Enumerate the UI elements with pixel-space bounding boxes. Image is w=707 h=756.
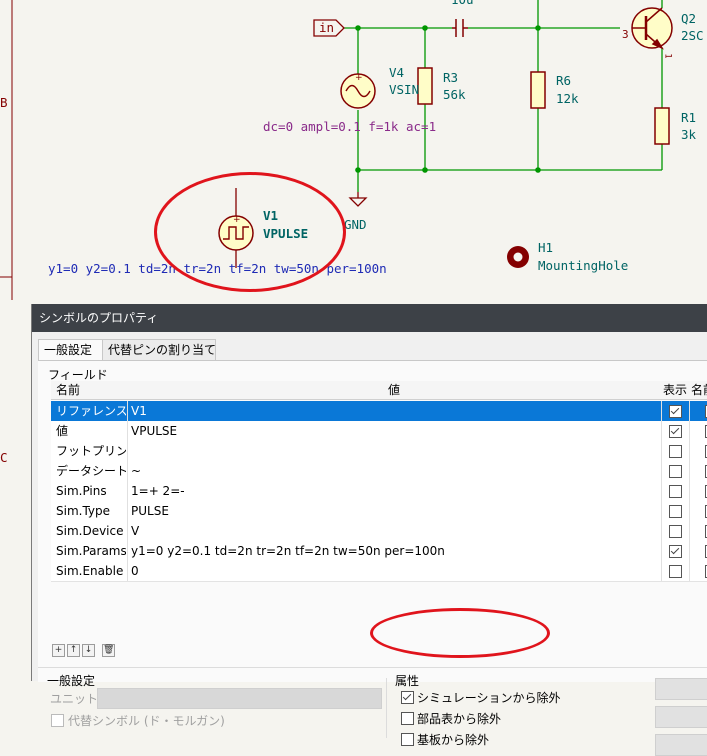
field-show-checkbox[interactable] bbox=[669, 525, 682, 538]
side-button-3[interactable] bbox=[655, 734, 707, 756]
field-show-checkbox[interactable] bbox=[669, 405, 682, 418]
q2-pin3: 3 bbox=[622, 28, 629, 41]
field-value[interactable]: 1=+ 2=- bbox=[131, 481, 659, 501]
lower-section: 一般設定 ユニット: 代替シンボル (ド・モルガン) 属性 シミュレーションから… bbox=[38, 667, 707, 756]
add-field-button[interactable]: + bbox=[52, 644, 65, 657]
field-name[interactable]: 値 bbox=[56, 421, 126, 441]
r6-ref: R6 bbox=[556, 73, 572, 88]
v1-value: VPULSE bbox=[263, 226, 309, 241]
field-row[interactable]: 値 VPULSE bbox=[51, 421, 707, 442]
v4-value: VSIN bbox=[389, 82, 420, 97]
side-button-1[interactable] bbox=[655, 678, 707, 700]
field-show-checkbox[interactable] bbox=[669, 505, 682, 518]
dialog-title: シンボルのプロパティ bbox=[32, 304, 707, 332]
q2-value: 2SC bbox=[681, 28, 704, 43]
field-row[interactable]: Sim.Type PULSE bbox=[51, 501, 707, 522]
capacitor-symbol[interactable] bbox=[452, 19, 468, 37]
vpulse-source-symbol[interactable]: + bbox=[218, 188, 254, 268]
v1-ref: V1 bbox=[263, 208, 279, 223]
q2-pin1: 1 bbox=[662, 53, 673, 59]
alt-symbol-checkbox[interactable] bbox=[51, 714, 64, 727]
exclude-from-bom-checkbox[interactable] bbox=[401, 712, 414, 725]
r1-value: 3k bbox=[681, 127, 697, 142]
r3-value: 56k bbox=[443, 87, 466, 102]
field-value[interactable]: V bbox=[131, 521, 659, 541]
v4-ref: V4 bbox=[389, 65, 405, 80]
field-show-checkbox[interactable] bbox=[669, 445, 682, 458]
fields-grid: 名前 値 表示 名前を リファレンスV1値VPULSEフットプリントデータシート… bbox=[51, 381, 707, 633]
field-row[interactable]: Sim.Device V bbox=[51, 521, 707, 542]
mounting-hole-symbol[interactable] bbox=[507, 246, 529, 268]
ground-symbol[interactable] bbox=[348, 192, 368, 207]
border-mark-b: B bbox=[0, 95, 8, 110]
field-value[interactable]: PULSE bbox=[131, 501, 659, 521]
resistor-r6-symbol[interactable] bbox=[530, 71, 546, 109]
col-header-show-name[interactable]: 名前を bbox=[689, 381, 707, 400]
col-header-name[interactable]: 名前 bbox=[51, 381, 133, 400]
field-value[interactable]: V1 bbox=[131, 401, 659, 421]
field-name[interactable]: データシート bbox=[56, 461, 126, 481]
resistor-r3-symbol[interactable] bbox=[417, 67, 433, 105]
unit-select[interactable] bbox=[97, 688, 382, 709]
field-row[interactable]: Sim.Params y1=0 y2=0.1 td=2n tr=2n tf=2n … bbox=[51, 541, 707, 562]
field-show-checkbox[interactable] bbox=[669, 485, 682, 498]
col-header-show[interactable]: 表示 bbox=[661, 381, 690, 400]
field-name[interactable]: Sim.Enable bbox=[56, 561, 126, 581]
delete-field-button[interactable]: 🗑 bbox=[102, 644, 115, 657]
svg-text:+: + bbox=[355, 73, 363, 83]
r3-ref: R3 bbox=[443, 70, 459, 85]
field-show-checkbox[interactable] bbox=[669, 545, 682, 558]
tab-alternate-pins[interactable]: 代替ピンの割り当て bbox=[102, 339, 216, 360]
field-value[interactable] bbox=[131, 441, 659, 461]
exclude-from-board-checkbox[interactable] bbox=[401, 733, 414, 746]
exclude-from-board-label: 基板から除外 bbox=[417, 733, 490, 747]
exclude-from-sim-checkbox[interactable] bbox=[401, 691, 414, 704]
schematic-canvas[interactable]: + + bbox=[0, 0, 707, 300]
field-name[interactable]: リファレンス bbox=[56, 401, 126, 421]
move-down-button[interactable]: ↓ bbox=[82, 644, 95, 657]
gnd-label: GND bbox=[344, 217, 367, 232]
side-button-2[interactable] bbox=[655, 706, 707, 728]
h1-value: MountingHole bbox=[538, 258, 629, 273]
svg-text:+: + bbox=[233, 215, 241, 225]
field-row[interactable]: Sim.Pins 1=+ 2=- bbox=[51, 481, 707, 502]
field-row[interactable]: データシート ~ bbox=[51, 461, 707, 482]
v4-params: dc=0 ampl=0.1 f=1k ac=1 bbox=[263, 119, 437, 134]
capacitor-value: 10u bbox=[451, 0, 474, 7]
alt-symbol-label: 代替シンボル (ド・モルガン) bbox=[68, 714, 225, 728]
field-name[interactable]: Sim.Type bbox=[56, 501, 126, 521]
field-show-checkbox[interactable] bbox=[669, 425, 682, 438]
move-up-button[interactable]: ↑ bbox=[67, 644, 80, 657]
unit-label: ユニット: bbox=[50, 692, 103, 706]
tab-general[interactable]: 一般設定 bbox=[38, 339, 104, 361]
field-row[interactable]: フットプリント bbox=[51, 441, 707, 462]
transistor-q2-symbol[interactable] bbox=[631, 7, 673, 50]
field-name[interactable]: Sim.Pins bbox=[56, 481, 126, 501]
border-mark-c: C bbox=[0, 450, 8, 465]
q2-ref: Q2 bbox=[681, 11, 697, 26]
field-show-checkbox[interactable] bbox=[669, 465, 682, 478]
exclude-from-sim-label: シミュレーションから除外 bbox=[417, 691, 561, 705]
field-show-checkbox[interactable] bbox=[669, 565, 682, 578]
vsin-source-symbol[interactable]: + bbox=[340, 73, 376, 109]
field-value[interactable]: 0 bbox=[131, 561, 659, 581]
h1-ref: H1 bbox=[538, 240, 554, 255]
symbol-properties-dialog: シンボルのプロパティ 一般設定 代替ピンの割り当て フィールド 名前 値 表示 … bbox=[31, 304, 707, 756]
resistor-r1-symbol[interactable] bbox=[654, 107, 670, 145]
general-tab-panel: フィールド 名前 値 表示 名前を リファレンスV1値VPULSEフットプリント… bbox=[38, 360, 707, 756]
col-header-value[interactable]: 値 bbox=[127, 381, 662, 400]
field-row[interactable]: リファレンス V1 bbox=[51, 401, 707, 422]
field-name[interactable]: フットプリント bbox=[56, 441, 126, 461]
field-name[interactable]: Sim.Params bbox=[56, 541, 126, 561]
input-label-text: in bbox=[319, 20, 335, 35]
field-value[interactable]: ~ bbox=[131, 461, 659, 481]
field-name[interactable]: Sim.Device bbox=[56, 521, 126, 541]
r6-value: 12k bbox=[556, 91, 579, 106]
field-value[interactable]: y1=0 y2=0.1 td=2n tr=2n tf=2n tw=50n per… bbox=[131, 541, 659, 561]
field-row[interactable]: Sim.Enable 0 bbox=[51, 561, 707, 582]
v1-params: y1=0 y2=0.1 td=2n tr=2n tf=2n tw=50n per… bbox=[48, 261, 387, 276]
field-value[interactable]: VPULSE bbox=[131, 421, 659, 441]
r1-ref: R1 bbox=[681, 110, 697, 125]
exclude-from-bom-label: 部品表から除外 bbox=[417, 712, 502, 726]
